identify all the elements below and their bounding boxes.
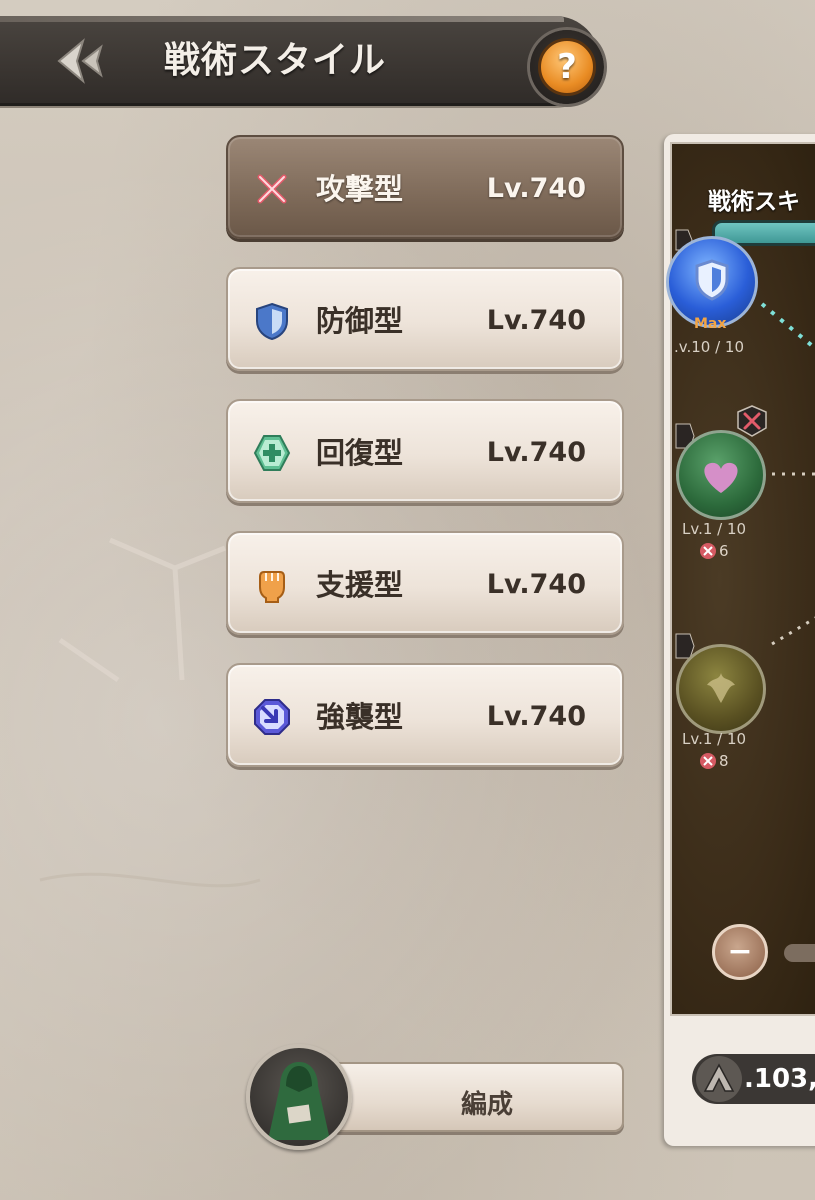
style-name: 回復型 [316,436,404,470]
skill-node-defense[interactable] [666,236,758,328]
style-level: Lv.740 [486,701,586,732]
max-badge: Max [694,316,727,332]
node-cost: 8 [700,752,729,770]
skill-node-heart[interactable] [676,430,766,520]
question-icon: ? [538,38,596,96]
cost-token-icon [700,543,716,559]
style-name: 攻撃型 [316,172,404,206]
cost-value: 6 [719,542,729,560]
formation-label: 編成 [460,1090,513,1120]
page-title: 戦術スタイル [164,40,387,81]
style-level: Lv.740 [486,173,586,204]
style-level: Lv.740 [486,569,586,600]
style-item-attack[interactable]: 攻撃型 Lv.740 [226,135,624,239]
cost-value: 8 [719,752,729,770]
shield-icon [695,259,729,301]
style-name: 防御型 [316,304,404,338]
style-level: Lv.740 [486,305,586,336]
zoom-slider[interactable] [784,944,815,962]
heart-icon [704,462,738,493]
skill-tree-view[interactable]: 戦術スキ Max .v.10 / 10 Lv.1 / 10 6 Lv.1 / 1… [666,142,815,1016]
style-item-defense[interactable]: 防御型 Lv.740 [226,267,624,371]
style-name: 支援型 [316,568,404,602]
back-button[interactable] [52,32,108,90]
minus-icon: − [727,934,753,969]
style-name: 強襲型 [316,700,404,734]
cost-token-icon [700,753,716,769]
formation-button[interactable]: 編成 [330,1062,624,1132]
help-button[interactable]: ? [530,30,604,104]
node-cost: 6 [700,542,729,560]
emblem-icon [707,673,735,703]
skill-node-emblem[interactable] [676,644,766,734]
resource-value: .103, [744,1064,815,1094]
style-item-support[interactable]: 支援型 Lv.740 [226,531,624,635]
fist-icon [259,571,285,603]
node-level: Lv.1 / 10 [682,520,747,538]
heal-plus-icon [253,435,291,471]
skill-tree-panel: 戦術スキ Max .v.10 / 10 Lv.1 / 10 6 Lv.1 / 1… [664,134,815,1146]
chevron-left-double-icon [57,38,103,84]
assault-arrow-icon [254,699,290,735]
cloak-icon [268,1062,330,1140]
shield-icon [256,302,288,341]
style-item-recovery[interactable]: 回復型 Lv.740 [226,399,624,503]
node-level: Lv.1 / 10 [682,730,747,748]
crossed-swords-icon [257,174,287,204]
node-level: .v.10 / 10 [674,338,745,356]
style-item-assault[interactable]: 強襲型 Lv.740 [226,663,624,767]
resource-counter: .103, [692,1054,815,1104]
style-level: Lv.740 [486,437,586,468]
zoom-out-button[interactable]: − [712,924,768,980]
resource-icon [696,1056,742,1102]
avatar[interactable] [246,1044,352,1150]
